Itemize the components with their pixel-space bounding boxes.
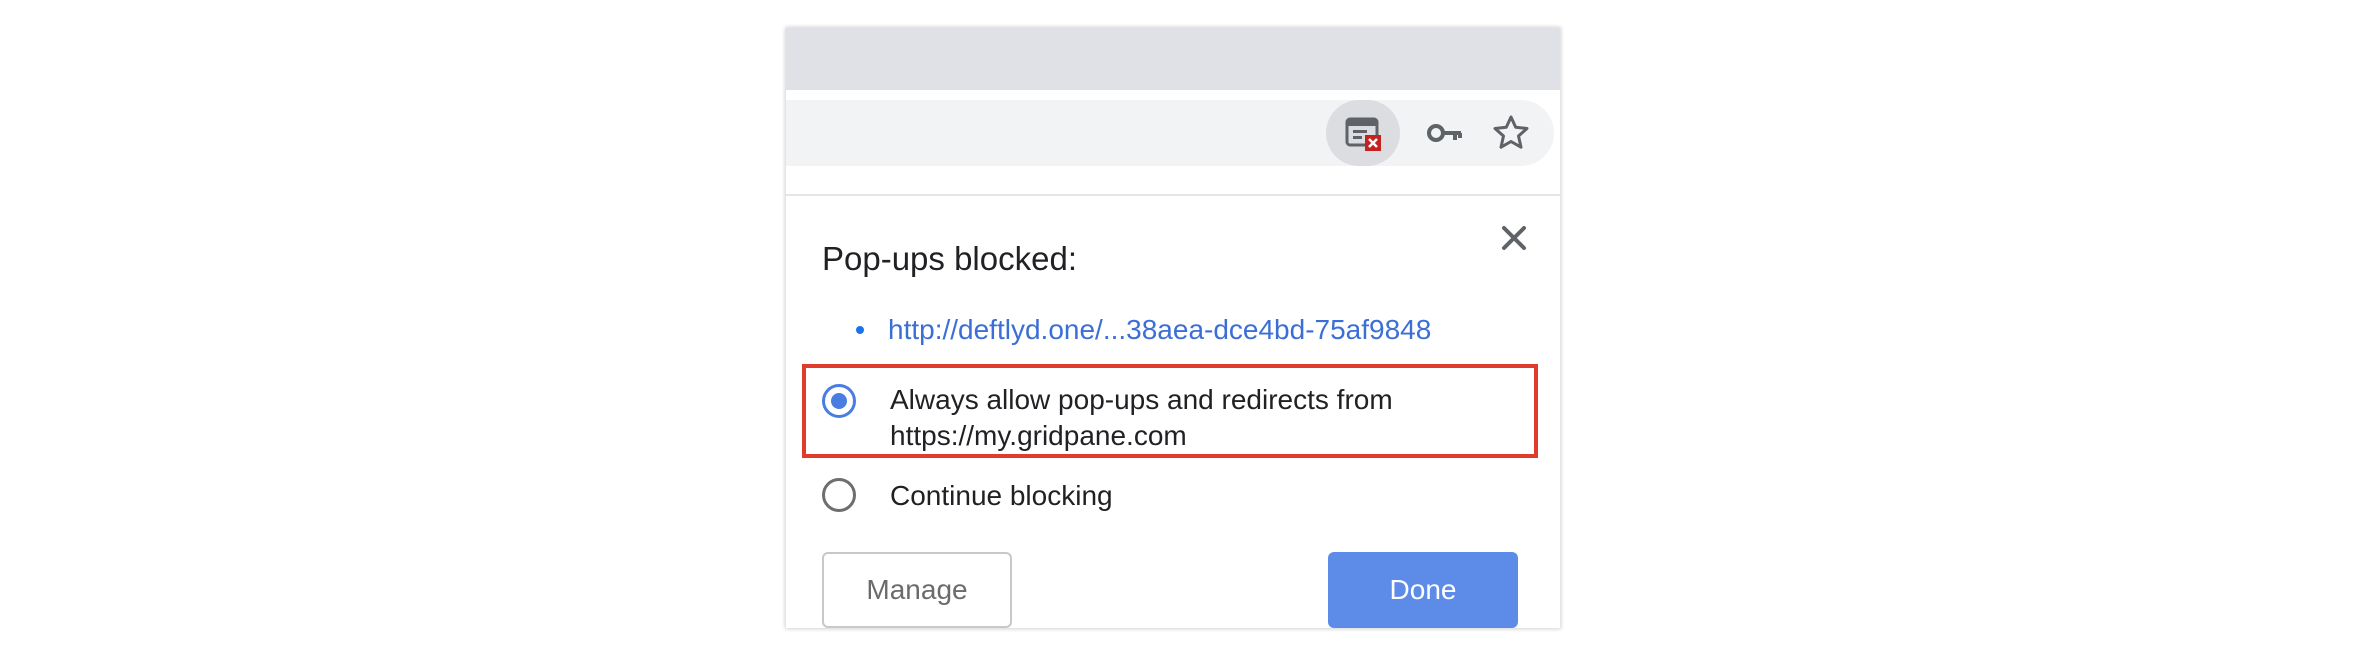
popup-blocked-icon [1345,117,1381,151]
radio-continue-blocking[interactable] [822,478,856,512]
done-button[interactable]: Done [1328,552,1518,628]
browser-window: Pop-ups blocked: http://deftlyd.one/...3… [786,28,1560,628]
close-icon [1502,226,1526,250]
tab-strip [786,28,1560,90]
browser-toolbar [786,90,1560,196]
popup-blocked-button[interactable] [1326,100,1400,166]
option-always-allow[interactable]: Always allow pop-ups and redirects from … [822,382,1490,454]
dialog-title: Pop-ups blocked: [822,240,1077,277]
list-item: http://deftlyd.one/...38aea-dce4bd-75af9… [856,312,1431,348]
option-always-allow-label: Always allow pop-ups and redirects from … [890,384,1393,451]
close-button[interactable] [1494,218,1534,258]
option-continue-blocking[interactable]: Continue blocking [822,478,1490,514]
password-button[interactable] [1412,100,1478,166]
radio-always-allow[interactable] [822,384,856,418]
option-continue-blocking-label: Continue blocking [890,480,1113,511]
key-icon [1427,124,1462,142]
star-icon [1493,115,1529,149]
address-bar[interactable] [786,100,1554,166]
bullet-icon [856,326,864,334]
manage-button[interactable]: Manage [822,552,1012,628]
blocked-popup-list: http://deftlyd.one/...38aea-dce4bd-75af9… [856,312,1431,348]
blocked-popup-link[interactable]: http://deftlyd.one/...38aea-dce4bd-75af9… [888,314,1431,345]
bookmark-button[interactable] [1478,100,1544,166]
popup-blocked-dialog: Pop-ups blocked: http://deftlyd.one/...3… [786,196,1560,628]
